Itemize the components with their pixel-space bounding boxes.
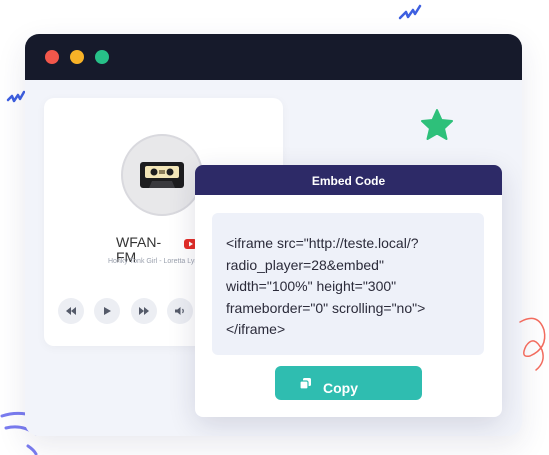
play-icon — [104, 307, 111, 315]
rewind-button[interactable] — [58, 298, 84, 324]
station-cover — [121, 134, 203, 216]
volume-icon — [175, 307, 184, 315]
copy-code-button[interactable]: Copy Code — [275, 366, 422, 400]
embed-code-modal: Embed Code <iframe src="http://teste.loc… — [195, 165, 502, 417]
copy-code-label: Copy Code — [323, 380, 358, 396]
rewind-icon — [66, 307, 76, 315]
play-button[interactable] — [94, 298, 120, 324]
window-maximize-button[interactable] — [95, 50, 109, 64]
browser-window: WFAN-FM Honky Tonk Girl - Loretta Lynn E… — [25, 34, 522, 436]
embed-code-box[interactable]: <iframe src="http://teste.local/? radio_… — [212, 213, 484, 355]
volume-button[interactable] — [167, 298, 193, 324]
copy-icon — [299, 377, 312, 393]
window-minimize-button[interactable] — [70, 50, 84, 64]
modal-title: Embed Code — [195, 165, 502, 195]
squiggle-top-decoration — [398, 0, 422, 22]
song-title: Honky Tonk Girl - Loretta Lynn — [108, 258, 203, 265]
window-close-button[interactable] — [45, 50, 59, 64]
cassette-tape-icon — [139, 161, 185, 194]
squiggle-left-decoration — [6, 86, 26, 106]
star-icon — [420, 108, 454, 147]
spiral-decoration — [516, 312, 549, 374]
fast-forward-icon — [139, 307, 149, 315]
fast-forward-button[interactable] — [131, 298, 157, 324]
